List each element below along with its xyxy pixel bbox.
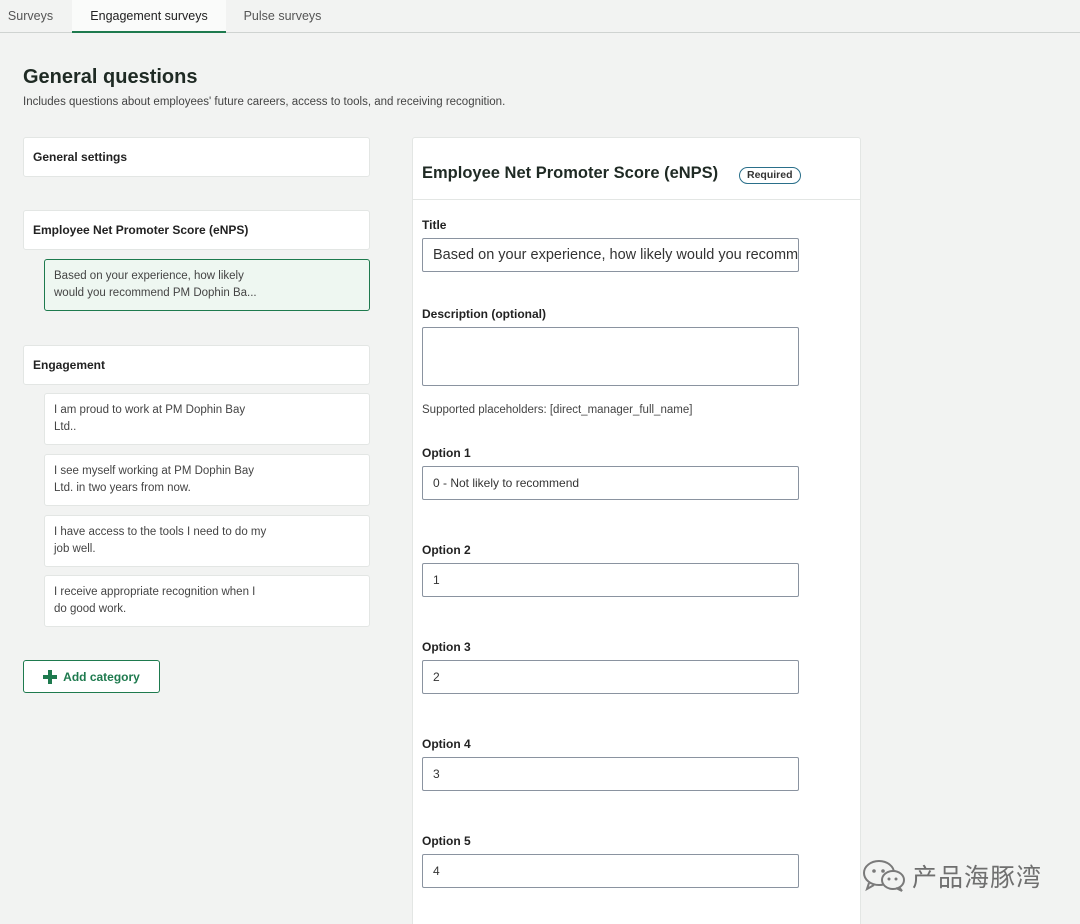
editor-title: Employee Net Promoter Score (eNPS) (422, 164, 719, 182)
tab-engagement-surveys[interactable]: Engagement surveys (72, 0, 226, 33)
add-category-label: Add category (63, 669, 140, 684)
option-1-label: Option 1 (422, 446, 471, 460)
question-text-line2: Ltd.. (54, 421, 77, 433)
tab-surveys[interactable]: Surveys (0, 0, 61, 33)
question-item-proud[interactable]: I am proud to work at PM Dophin Bay Ltd.… (44, 393, 370, 445)
category-enps[interactable]: Employee Net Promoter Score (eNPS) (23, 210, 370, 250)
wechat-icon (863, 860, 905, 892)
option-2-label: Option 2 (422, 543, 471, 557)
option-5-label: Option 5 (422, 834, 471, 848)
option-2-input[interactable]: 1 (422, 563, 799, 597)
question-text-line1: I have access to the tools I need to do … (54, 526, 267, 538)
option-5-input[interactable]: 4 (422, 854, 799, 888)
description-textarea[interactable] (422, 327, 799, 386)
question-text-line2: would you recommend PM Dophin Ba... (54, 287, 257, 299)
option-1-input[interactable]: 0 - Not likely to recommend (422, 466, 799, 500)
question-item-recognition[interactable]: I receive appropriate recognition when I… (44, 575, 370, 627)
option-3-input[interactable]: 2 (422, 660, 799, 694)
title-input[interactable]: Based on your experience, how likely wou… (422, 238, 799, 272)
placeholders-helper: Supported placeholders: [direct_manager_… (422, 404, 693, 416)
page-subtitle: Includes questions about employees' futu… (23, 96, 506, 108)
question-item-two-years[interactable]: I see myself working at PM Dophin Bay Lt… (44, 454, 370, 506)
page-title: General questions (23, 66, 198, 88)
required-badge: Required (739, 167, 801, 184)
question-text-line2: do good work. (54, 603, 127, 615)
question-item-tools[interactable]: I have access to the tools I need to do … (44, 515, 370, 567)
watermark-text: 产品海豚湾 (912, 863, 1043, 892)
watermark: 产品海豚湾 (862, 858, 1042, 894)
plus-icon (43, 669, 58, 684)
question-editor-panel: Employee Net Promoter Score (eNPS) Requi… (412, 137, 861, 924)
question-text-line2: Ltd. in two years from now. (54, 482, 191, 494)
general-settings-item[interactable]: General settings (23, 137, 370, 177)
question-text-line2: job well. (54, 543, 96, 555)
add-category-button[interactable]: Add category (23, 660, 160, 693)
question-text-line1: I see myself working at PM Dophin Bay (54, 465, 255, 477)
option-4-input[interactable]: 3 (422, 757, 799, 791)
description-label: Description (optional) (422, 307, 546, 321)
option-4-label: Option 4 (422, 737, 471, 751)
question-text-line1: I receive appropriate recognition when I (54, 586, 256, 598)
editor-header: Employee Net Promoter Score (eNPS) Requi… (413, 138, 860, 200)
category-engagement[interactable]: Engagement (23, 345, 370, 385)
question-item-enps[interactable]: Based on your experience, how likely wou… (44, 259, 370, 311)
tab-bar: Surveys Engagement surveys Pulse surveys (0, 0, 1080, 33)
question-text-line1: I am proud to work at PM Dophin Bay (54, 404, 246, 416)
question-text-line1: Based on your experience, how likely (54, 270, 244, 282)
tab-pulse-surveys[interactable]: Pulse surveys (236, 0, 329, 33)
option-3-label: Option 3 (422, 640, 471, 654)
title-label: Title (422, 218, 447, 232)
